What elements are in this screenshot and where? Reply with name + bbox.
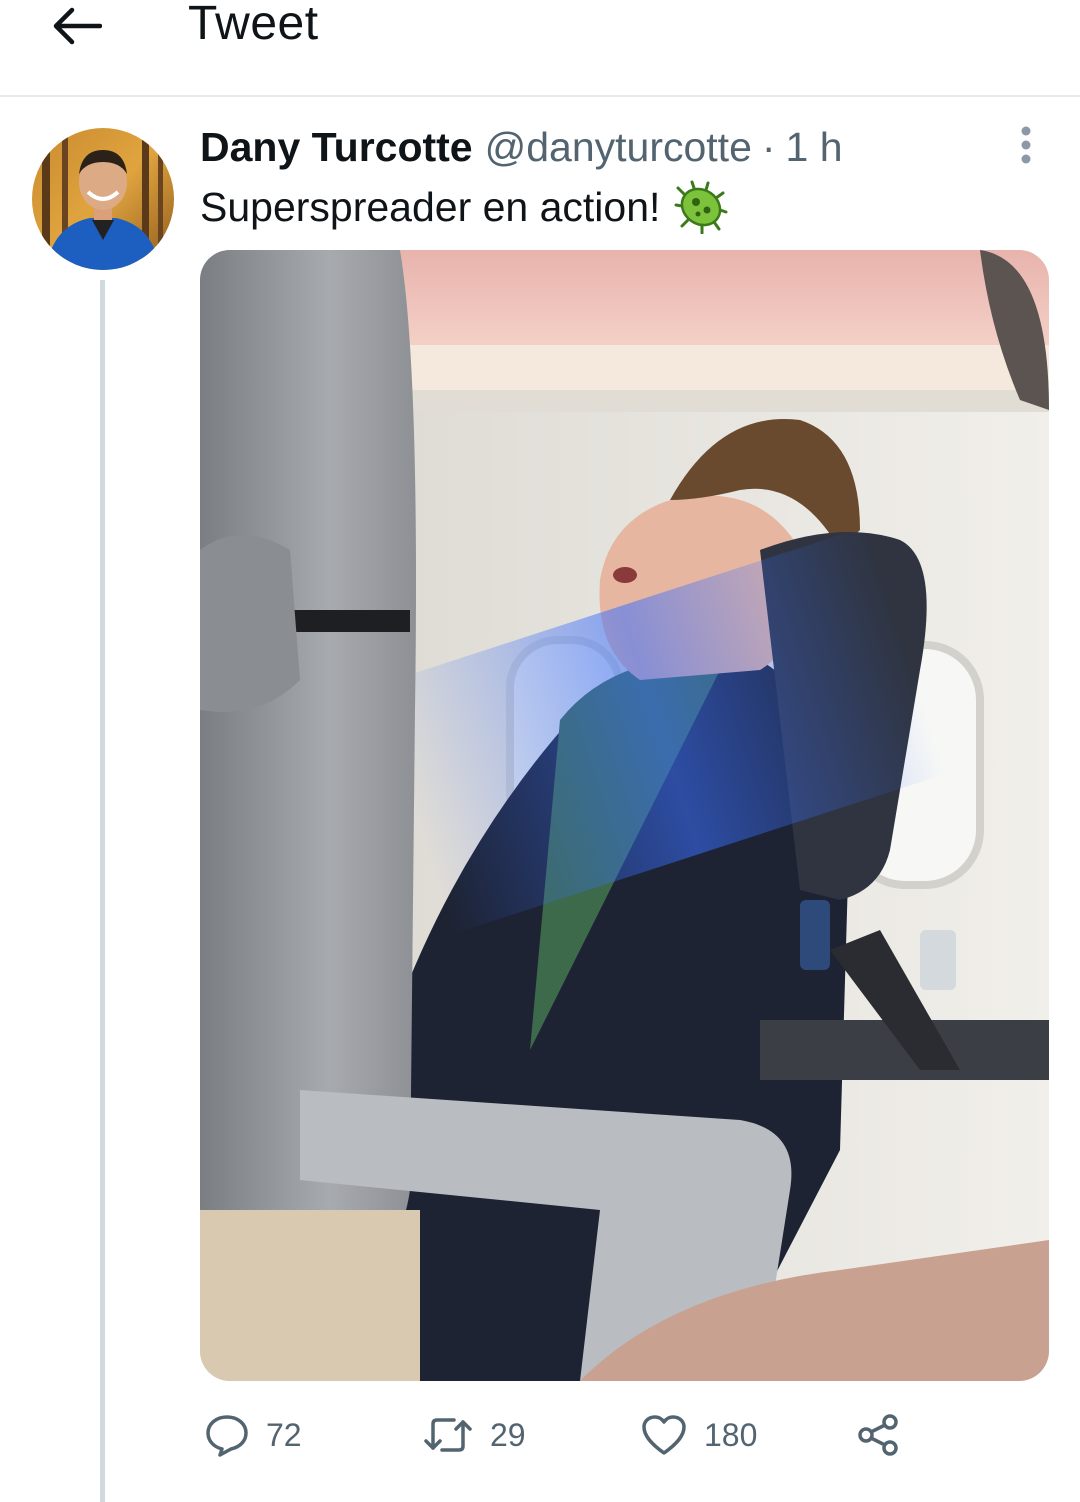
heart-icon [642,1415,686,1455]
arrow-left-icon [53,7,102,45]
separator-dot: · [761,124,776,170]
author-handle[interactable]: @danyturcotte [485,122,752,172]
reply-count: 72 [266,1416,302,1453]
more-options-button[interactable] [1004,122,1048,168]
share-icon [858,1414,898,1456]
retweet-count: 29 [490,1416,526,1453]
share-button[interactable] [856,1405,902,1465]
timestamp[interactable]: 1 h [786,122,843,172]
tweet-body: Superspreader en action! [200,184,661,230]
reply-button[interactable]: 72 [204,1405,302,1465]
tweet-header: Dany Turcotte @danyturcotte · 1 h [200,122,843,172]
avatar-photo [32,128,174,270]
reply-bubble-icon [206,1415,248,1457]
avatar[interactable] [32,128,174,270]
page-title: Tweet [188,0,319,50]
like-count: 180 [704,1416,758,1453]
airplane-cabin-photo [200,250,1049,1381]
retweet-button[interactable]: 29 [422,1405,526,1465]
tweet-media-photo[interactable] [200,250,1049,1381]
back-button[interactable] [44,0,108,52]
tweet-action-bar: 72 29 180 [200,1405,960,1465]
more-vertical-icon [1021,126,1031,164]
author-name[interactable]: Dany Turcotte [200,122,473,172]
tweet-text: Superspreader en action! [200,180,728,235]
like-button[interactable]: 180 [640,1405,757,1465]
retweet-icon [424,1418,472,1452]
top-bar: Tweet [0,0,1080,97]
thread-line [100,280,105,1502]
microbe-icon [674,180,728,235]
